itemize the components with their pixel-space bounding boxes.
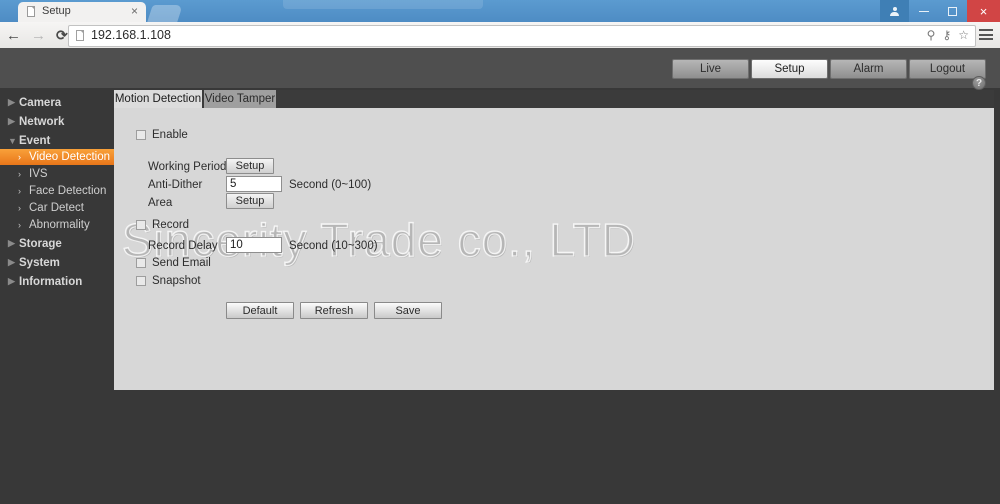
enable-label: Enable bbox=[152, 129, 188, 141]
key-icon[interactable]: ⚷ bbox=[942, 28, 951, 42]
tab-close-icon[interactable]: × bbox=[131, 5, 138, 18]
sidebar-item-label: System bbox=[19, 256, 60, 269]
tab-title: Setup bbox=[42, 5, 71, 17]
background-tab[interactable] bbox=[283, 0, 483, 9]
save-button[interactable]: Save bbox=[374, 302, 442, 319]
anti-dither-input[interactable]: 5 bbox=[226, 176, 282, 192]
url-text: 192.168.1.108 bbox=[91, 28, 171, 42]
minimize-button[interactable] bbox=[909, 0, 938, 22]
action-button-row: Default Refresh Save bbox=[226, 302, 566, 319]
browser-tab-setup[interactable]: Setup × bbox=[18, 2, 146, 24]
record-checkbox[interactable] bbox=[136, 220, 146, 230]
tab-strip: Motion Detection Video Tamper ? bbox=[114, 76, 994, 108]
area-label: Area bbox=[148, 197, 173, 209]
device-nav-buttons: Live Setup Alarm Logout bbox=[670, 59, 986, 79]
hamburger-menu-icon[interactable] bbox=[979, 29, 993, 40]
sidebar-item-label: Storage bbox=[19, 237, 62, 250]
window-controls: × bbox=[880, 0, 1000, 22]
sidebar-item-label: Abnormality bbox=[29, 218, 90, 231]
chevron-right-icon: › bbox=[18, 219, 21, 230]
chevron-right-icon: ▶ bbox=[8, 276, 15, 286]
sidebar-item-face-detection[interactable]: › Face Detection bbox=[0, 182, 114, 199]
sidebar-item-label: Camera bbox=[19, 96, 62, 109]
snapshot-checkbox[interactable] bbox=[136, 276, 146, 286]
minimize-icon bbox=[918, 10, 929, 12]
maximize-icon bbox=[948, 6, 957, 16]
content-area: Motion Detection Video Tamper ? Sincerit… bbox=[114, 76, 994, 390]
device-header: Live Setup Alarm Logout bbox=[0, 48, 1000, 88]
sidebar-item-video-detection[interactable]: › Video Detection bbox=[0, 149, 114, 165]
addressbar-icons: ⚲ ⚷ ☆ bbox=[927, 28, 969, 42]
record-label: Record bbox=[152, 219, 190, 231]
refresh-button[interactable]: Refresh bbox=[300, 302, 368, 319]
sidebar-item-ivs[interactable]: › IVS bbox=[0, 165, 114, 182]
send-email-checkbox[interactable] bbox=[136, 258, 146, 268]
sidebar-item-label: Event bbox=[19, 134, 51, 147]
chevron-right-icon: ▶ bbox=[8, 116, 15, 126]
sidebar-item-label: Network bbox=[19, 115, 65, 128]
close-window-button[interactable]: × bbox=[967, 0, 1000, 22]
search-icon[interactable]: ⚲ bbox=[927, 28, 936, 42]
new-tab-button[interactable] bbox=[147, 5, 183, 22]
send-email-label: Send Email bbox=[152, 257, 211, 269]
browser-chrome: Setup × × ← → ⟳ 192.168.1.108 ⚲ ⚷ ☆ bbox=[0, 0, 1000, 49]
sidebar-item-car-detect[interactable]: › Car Detect bbox=[0, 199, 114, 216]
nav-button-live[interactable]: Live bbox=[672, 59, 749, 79]
nav-icon-group: ← → ⟳ bbox=[6, 22, 68, 48]
chevron-right-icon: ▶ bbox=[8, 257, 15, 267]
sidebar-item-system[interactable]: ▶ System bbox=[0, 254, 114, 271]
chevron-right-icon: ▶ bbox=[8, 97, 15, 107]
chevron-down-icon: ▼ bbox=[8, 135, 17, 146]
chevron-right-icon: › bbox=[18, 202, 21, 213]
sidebar-item-label: Car Detect bbox=[29, 201, 84, 214]
browser-titlebar: Setup × × bbox=[0, 0, 1000, 24]
sidebar-item-label: Information bbox=[19, 275, 83, 288]
sidebar: ▶ Camera ▶ Network ▼ Event › Video Detec… bbox=[0, 88, 114, 504]
star-icon[interactable]: ☆ bbox=[958, 28, 969, 42]
chevron-right-icon: › bbox=[18, 185, 21, 196]
area-setup-button[interactable]: Setup bbox=[226, 193, 274, 209]
sidebar-item-network[interactable]: ▶ Network bbox=[0, 113, 114, 130]
nav-button-alarm[interactable]: Alarm bbox=[830, 59, 907, 79]
page-icon bbox=[27, 6, 35, 17]
tab-video-tamper[interactable]: Video Tamper bbox=[204, 90, 276, 108]
working-period-label: Working Period bbox=[148, 161, 227, 173]
record-delay-unit: Second (10~300) bbox=[289, 240, 378, 252]
reload-icon[interactable]: ⟳ bbox=[56, 28, 68, 42]
enable-checkbox[interactable] bbox=[136, 130, 146, 140]
sidebar-item-camera[interactable]: ▶ Camera bbox=[0, 94, 114, 111]
default-button[interactable]: Default bbox=[226, 302, 294, 319]
maximize-button[interactable] bbox=[938, 0, 967, 22]
url-page-icon bbox=[76, 30, 84, 41]
record-delay-label: Record Delay bbox=[148, 240, 218, 252]
chevron-right-icon: › bbox=[18, 152, 21, 162]
sidebar-item-abnormality[interactable]: › Abnormality bbox=[0, 216, 114, 233]
chevron-right-icon: ▶ bbox=[8, 238, 15, 248]
settings-panel: Sincerity Trade co., LTD Enable Working … bbox=[114, 108, 994, 390]
device-page: Live Setup Alarm Logout ▶ Camera ▶ Netwo… bbox=[0, 48, 1000, 504]
help-icon[interactable]: ? bbox=[972, 76, 986, 90]
working-period-setup-button[interactable]: Setup bbox=[226, 158, 274, 174]
address-bar[interactable]: 192.168.1.108 ⚲ ⚷ ☆ bbox=[68, 25, 976, 47]
record-delay-input[interactable]: 10 bbox=[226, 237, 282, 253]
avatar-icon bbox=[890, 6, 899, 16]
user-profile-button[interactable] bbox=[880, 0, 909, 22]
back-icon[interactable]: ← bbox=[6, 28, 21, 43]
sidebar-item-information[interactable]: ▶ Information bbox=[0, 273, 114, 290]
snapshot-label: Snapshot bbox=[152, 275, 201, 287]
anti-dither-label: Anti-Dither bbox=[148, 179, 203, 191]
sidebar-item-label: Video Detection bbox=[29, 151, 110, 163]
sidebar-item-label: Face Detection bbox=[29, 184, 107, 197]
sidebar-item-storage[interactable]: ▶ Storage bbox=[0, 235, 114, 252]
sidebar-item-label: IVS bbox=[29, 167, 48, 180]
sidebar-item-event[interactable]: ▼ Event bbox=[0, 132, 114, 149]
browser-navbar: ← → ⟳ 192.168.1.108 ⚲ ⚷ ☆ bbox=[0, 22, 1000, 49]
tab-motion-detection[interactable]: Motion Detection bbox=[114, 90, 202, 108]
anti-dither-unit: Second (0~100) bbox=[289, 179, 372, 191]
nav-button-setup[interactable]: Setup bbox=[751, 59, 828, 79]
forward-icon: → bbox=[31, 26, 46, 44]
chevron-right-icon: › bbox=[18, 168, 21, 179]
